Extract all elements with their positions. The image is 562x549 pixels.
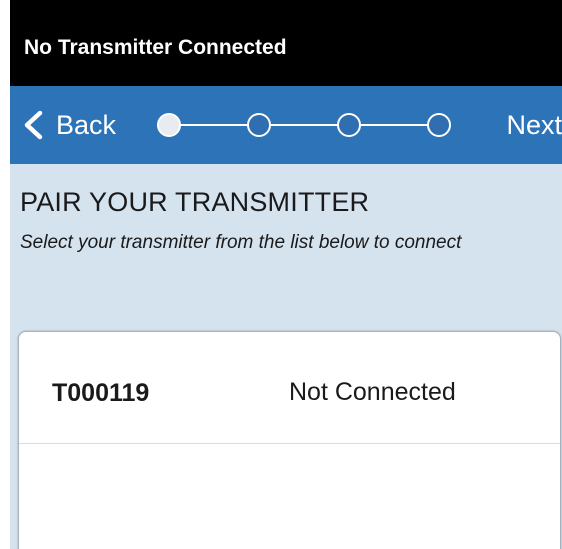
step-dot-1 bbox=[157, 113, 181, 137]
step-dot-3 bbox=[337, 113, 361, 137]
app-screen: No Transmitter Connected Back Next PAIR … bbox=[10, 0, 562, 549]
transmitter-list-item[interactable]: T000119 Not Connected bbox=[19, 332, 560, 444]
main-content: PAIR YOUR TRANSMITTER Select your transm… bbox=[10, 164, 562, 549]
back-button-label: Back bbox=[56, 109, 117, 140]
transmitter-id: T000119 bbox=[52, 379, 150, 407]
page-title: PAIR YOUR TRANSMITTER bbox=[20, 187, 370, 217]
step-dot-2 bbox=[247, 113, 271, 137]
next-button-label: Next bbox=[506, 109, 562, 140]
chevron-left-icon bbox=[24, 110, 43, 140]
transmitter-list: T000119 Not Connected bbox=[18, 331, 561, 549]
page-subtitle: Select your transmitter from the list be… bbox=[20, 232, 462, 253]
next-button[interactable]: Next bbox=[506, 86, 562, 164]
step-progress-indicator bbox=[155, 86, 455, 164]
nav-bar: Back Next bbox=[10, 86, 562, 164]
connection-status-text: No Transmitter Connected bbox=[24, 36, 287, 59]
step-dot-4 bbox=[427, 113, 451, 137]
step-progress-graphic bbox=[157, 113, 451, 137]
back-button[interactable]: Back bbox=[20, 86, 116, 164]
status-bar: No Transmitter Connected bbox=[10, 0, 562, 86]
transmitter-connection-status: Not Connected bbox=[289, 378, 456, 406]
